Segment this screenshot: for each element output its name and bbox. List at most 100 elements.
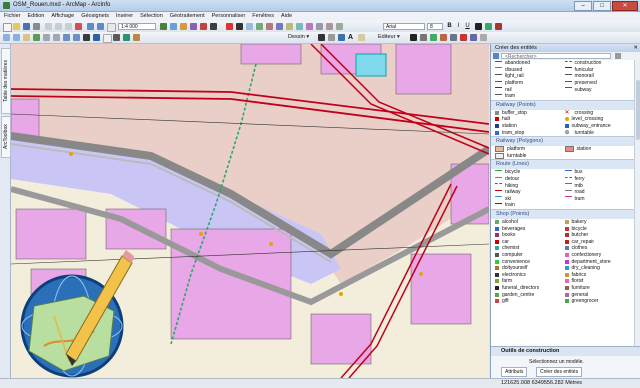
- layout-view-icon[interactable]: [123, 34, 130, 41]
- template-item[interactable]: abandoned: [495, 60, 565, 67]
- group-railway-points[interactable]: Railway (Points): [491, 99, 634, 110]
- html-popup-icon[interactable]: [286, 23, 293, 30]
- template-item[interactable]: station: [495, 123, 565, 130]
- trace-icon[interactable]: [450, 34, 457, 41]
- full-extent-icon[interactable]: [33, 34, 40, 41]
- template-item[interactable]: books: [495, 232, 565, 239]
- redo-icon[interactable]: [97, 23, 104, 30]
- reshape-icon[interactable]: [470, 34, 477, 41]
- menu-affichage[interactable]: Affichage: [51, 12, 74, 21]
- draw-menu[interactable]: Dessin ▾: [288, 34, 309, 40]
- create-viewer-icon[interactable]: [306, 23, 313, 30]
- zoom-in-icon[interactable]: [3, 34, 10, 41]
- close-button[interactable]: ✕: [612, 1, 638, 11]
- arctoolbox-icon[interactable]: [200, 23, 207, 30]
- menu-inserer[interactable]: Insérer: [116, 12, 133, 21]
- template-item[interactable]: bicycle: [495, 169, 565, 176]
- template-item[interactable]: beverages: [495, 225, 565, 232]
- template-item[interactable]: dry_cleaning: [564, 265, 635, 272]
- template-item[interactable]: electronics: [495, 271, 565, 278]
- hyperlink-icon[interactable]: [276, 23, 283, 30]
- delete-icon[interactable]: [75, 23, 82, 30]
- template-item[interactable]: railway: [495, 189, 565, 196]
- italic-icon[interactable]: I: [455, 23, 462, 30]
- scrollbar-thumb[interactable]: [636, 80, 640, 140]
- pan-icon[interactable]: [23, 34, 30, 41]
- template-search-input[interactable]: <Rechercher>: [501, 53, 611, 60]
- template-item[interactable]: buffer_stop: [495, 110, 565, 117]
- rectangle-draw-icon[interactable]: [338, 34, 345, 41]
- edit-tool-icon[interactable]: [410, 34, 417, 41]
- fill-color-icon[interactable]: [485, 23, 492, 30]
- table-of-contents-icon[interactable]: [170, 23, 177, 30]
- previous-extent-icon[interactable]: [63, 34, 70, 41]
- template-item[interactable]: detour: [495, 176, 565, 183]
- template-item[interactable]: computer: [495, 252, 565, 259]
- template-item[interactable]: light_rail: [495, 73, 565, 80]
- template-item[interactable]: furniture: [564, 285, 635, 292]
- menu-aide[interactable]: Aide: [281, 12, 292, 21]
- template-item[interactable]: general: [564, 291, 635, 298]
- template-item[interactable]: doityourself: [495, 265, 565, 272]
- select-arrow-icon[interactable]: [83, 34, 90, 41]
- swipe-icon[interactable]: [326, 23, 333, 30]
- menu-personnaliser[interactable]: Personnaliser: [212, 12, 246, 21]
- template-list[interactable]: abandoned construction disused funicular…: [491, 60, 634, 346]
- font-name-field[interactable]: Arial: [383, 23, 425, 30]
- template-item[interactable]: platform: [495, 146, 565, 153]
- fixed-zoom-out-icon[interactable]: [53, 34, 60, 41]
- time-slider-icon[interactable]: [296, 23, 303, 30]
- maximize-button[interactable]: □: [593, 1, 611, 11]
- template-item[interactable]: car_repair: [564, 238, 635, 245]
- select-elements-icon[interactable]: [236, 23, 243, 30]
- clear-selection-icon[interactable]: [103, 34, 112, 43]
- measure-tool-icon[interactable]: [113, 34, 120, 41]
- group-route-lines[interactable]: Route (Lines): [491, 159, 634, 170]
- font-color-icon[interactable]: [475, 23, 482, 30]
- template-item[interactable]: farm: [495, 278, 565, 285]
- catalog-icon[interactable]: [180, 23, 187, 30]
- template-item[interactable]: turntable: [495, 152, 565, 160]
- template-item[interactable]: station: [564, 146, 635, 153]
- template-item[interactable]: level_crossing: [564, 116, 635, 123]
- template-item[interactable]: hiking: [495, 182, 565, 189]
- rotate-icon[interactable]: [328, 34, 335, 41]
- template-item[interactable]: chemist: [495, 245, 565, 252]
- template-item[interactable]: bicycle: [564, 225, 635, 232]
- template-item[interactable]: halt: [495, 116, 565, 123]
- bold-icon[interactable]: B: [446, 23, 453, 30]
- template-item[interactable]: funeral_directors: [495, 285, 565, 292]
- template-item[interactable]: greengrocer: [564, 298, 635, 305]
- attributes-icon[interactable]: [480, 34, 487, 41]
- template-item[interactable]: preserved: [564, 80, 635, 87]
- menu-fenetres[interactable]: Fenêtres: [252, 12, 274, 21]
- attributes-tab[interactable]: Attributs: [501, 367, 528, 377]
- group-railway-polygons[interactable]: Railway (Polygons): [491, 135, 634, 146]
- print-icon[interactable]: [33, 23, 40, 30]
- identify-icon[interactable]: [246, 23, 253, 30]
- select-features-icon[interactable]: [226, 23, 233, 30]
- template-item[interactable]: fabrics: [564, 271, 635, 278]
- template-item[interactable]: ✕ crossing: [565, 110, 635, 117]
- organize-templates-icon[interactable]: [493, 53, 499, 59]
- template-item[interactable]: florist: [564, 278, 635, 285]
- next-extent-icon[interactable]: [73, 34, 80, 41]
- template-item[interactable]: mtb: [564, 182, 635, 189]
- add-data-icon[interactable]: [107, 23, 116, 32]
- template-item[interactable]: alcohol: [495, 219, 565, 226]
- template-item[interactable]: convenience: [495, 258, 565, 265]
- template-item[interactable]: platform: [495, 80, 565, 87]
- save-icon[interactable]: [23, 23, 30, 30]
- georeferencing-icon[interactable]: [133, 34, 140, 41]
- template-item[interactable]: bakery: [564, 219, 635, 226]
- group-shop-points[interactable]: Shop (Points): [491, 208, 634, 219]
- template-item[interactable]: butcher: [564, 232, 635, 239]
- font-size-field[interactable]: 8: [427, 23, 443, 30]
- underline-icon[interactable]: U: [464, 23, 471, 30]
- template-item[interactable]: tram_stop: [495, 129, 565, 136]
- open-folder-icon[interactable]: [13, 23, 20, 30]
- copy-icon[interactable]: [55, 23, 62, 30]
- new-document-icon[interactable]: [3, 23, 12, 32]
- info-icon[interactable]: [93, 34, 100, 41]
- template-item[interactable]: train: [495, 202, 565, 209]
